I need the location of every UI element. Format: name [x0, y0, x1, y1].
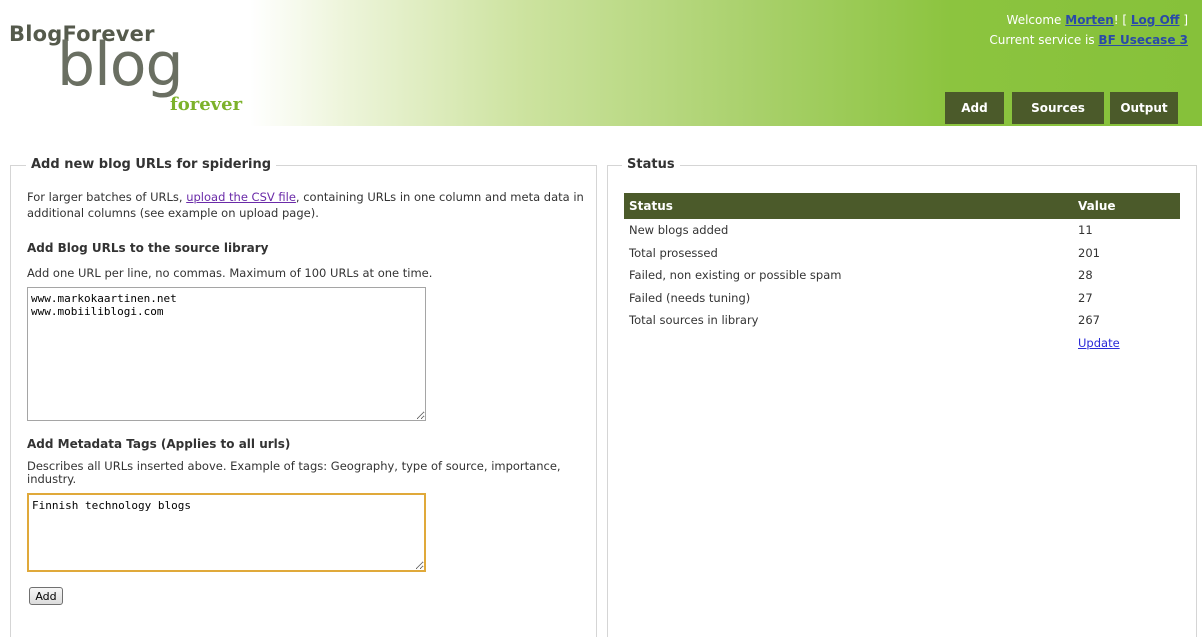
- logo-forever: forever: [170, 94, 243, 115]
- status-label: Total prosessed: [629, 245, 718, 260]
- status-value: 28: [1078, 268, 1093, 283]
- status-label: Total sources in library: [629, 313, 759, 328]
- intro-before: For larger batches of URLs,: [27, 190, 187, 204]
- user-info: Welcome Morten! [ Log Off ] Current serv…: [989, 10, 1188, 50]
- update-row: Update: [624, 332, 1180, 355]
- table-row: New blogs added 11: [624, 219, 1180, 242]
- add-button[interactable]: Add: [29, 587, 63, 605]
- status-label: New blogs added: [629, 223, 729, 238]
- urls-help-text: Add one URL per line, no commas. Maximum…: [27, 266, 433, 280]
- csv-intro-text: For larger batches of URLs, upload the C…: [27, 189, 587, 221]
- welcome-suffix: ! [: [1113, 13, 1131, 27]
- add-panel-legend: Add new blog URLs for spidering: [26, 157, 277, 172]
- tags-textarea[interactable]: [27, 493, 426, 572]
- status-column-header: Status: [624, 193, 1073, 219]
- tags-help-text: Describes all URLs inserted above. Examp…: [27, 459, 561, 486]
- tags-heading: Add Metadata Tags (Applies to all urls): [27, 437, 291, 451]
- tab-add[interactable]: Add: [945, 92, 1004, 124]
- welcome-end: ]: [1179, 13, 1188, 27]
- table-row: Failed, non existing or possible spam 28: [624, 264, 1180, 287]
- page-header: BlogForever blog forever Welcome Morten!…: [0, 0, 1202, 126]
- urls-heading: Add Blog URLs to the source library: [27, 241, 269, 255]
- table-row: Total prosessed 201: [624, 242, 1180, 265]
- service-link[interactable]: BF Usecase 3: [1098, 33, 1188, 47]
- tab-output[interactable]: Output: [1110, 92, 1178, 124]
- upload-csv-link[interactable]: upload the CSV file: [186, 190, 296, 204]
- update-cell: Update: [1073, 332, 1180, 355]
- status-value: 201: [1078, 245, 1100, 260]
- logo-blog: blog: [57, 30, 184, 100]
- status-label: Failed (needs tuning): [629, 290, 751, 305]
- status-panel-legend: Status: [622, 157, 680, 172]
- empty-cell: [624, 332, 1073, 355]
- user-link[interactable]: Morten: [1065, 13, 1114, 27]
- status-value: 11: [1078, 223, 1093, 238]
- table-row: Total sources in library 267: [624, 309, 1180, 332]
- urls-textarea[interactable]: [27, 287, 426, 421]
- status-value: 267: [1078, 313, 1100, 328]
- value-column-header: Value: [1073, 193, 1180, 219]
- table-row: Failed (needs tuning) 27: [624, 287, 1180, 310]
- status-label: Failed, non existing or possible spam: [629, 268, 842, 283]
- status-header-row: Status Value: [624, 193, 1180, 219]
- logoff-link[interactable]: Log Off: [1131, 13, 1180, 27]
- service-prefix: Current service is: [989, 33, 1099, 47]
- update-link[interactable]: Update: [1078, 336, 1120, 350]
- status-value: 27: [1078, 290, 1093, 305]
- welcome-prefix: Welcome: [1006, 13, 1066, 27]
- status-table: Status Value New blogs added 11 Total pr…: [624, 193, 1180, 354]
- tab-sources[interactable]: Sources: [1012, 92, 1104, 124]
